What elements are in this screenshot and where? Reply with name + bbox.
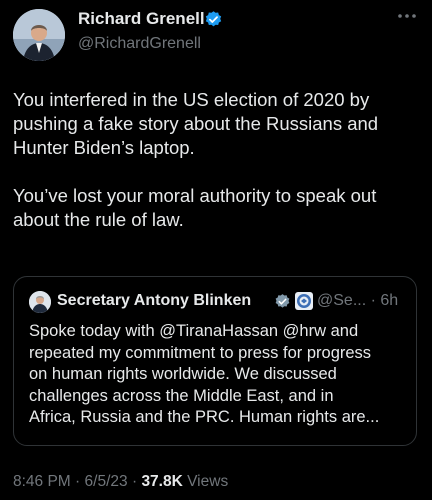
author-avatar[interactable] <box>13 9 65 61</box>
quoted-handle-time: @Se... · 6h <box>317 292 398 310</box>
quoted-text: Spoke today with @TiranaHassan @hrw and … <box>29 322 380 426</box>
quoted-time[interactable]: 6h <box>380 292 398 309</box>
author-name[interactable]: Richard Grenell <box>78 9 205 29</box>
tweet-date[interactable]: 6/5/23 <box>85 473 128 490</box>
gray-verified-badge-icon <box>275 294 290 308</box>
quoted-separator: · <box>370 292 376 309</box>
tweet-time[interactable]: 8:46 PM <box>13 473 71 490</box>
quoted-author-avatar[interactable] <box>29 291 51 313</box>
us-seal-icon <box>295 292 313 310</box>
views-label: Views <box>187 473 229 490</box>
quoted-author-name[interactable]: Secretary Antony Blinken <box>57 292 251 310</box>
meta-separator: · <box>75 473 81 490</box>
quoted-handle[interactable]: @Se... <box>317 292 366 309</box>
meta-separator: · <box>131 473 138 490</box>
views-count[interactable]: 37.8K <box>141 473 182 490</box>
verified-badge-icon <box>205 11 222 27</box>
more-options-icon[interactable] <box>396 10 418 22</box>
tweet-text: You interfered in the US election of 202… <box>13 89 379 230</box>
quoted-tweet[interactable]: Secretary Antony Blinken @Se... · 6h Spo… <box>13 276 417 446</box>
author-handle[interactable]: @RichardGrenell <box>78 35 201 53</box>
tweet-meta: 8:46 PM · 6/5/23 · 37.8K Views <box>13 473 228 491</box>
